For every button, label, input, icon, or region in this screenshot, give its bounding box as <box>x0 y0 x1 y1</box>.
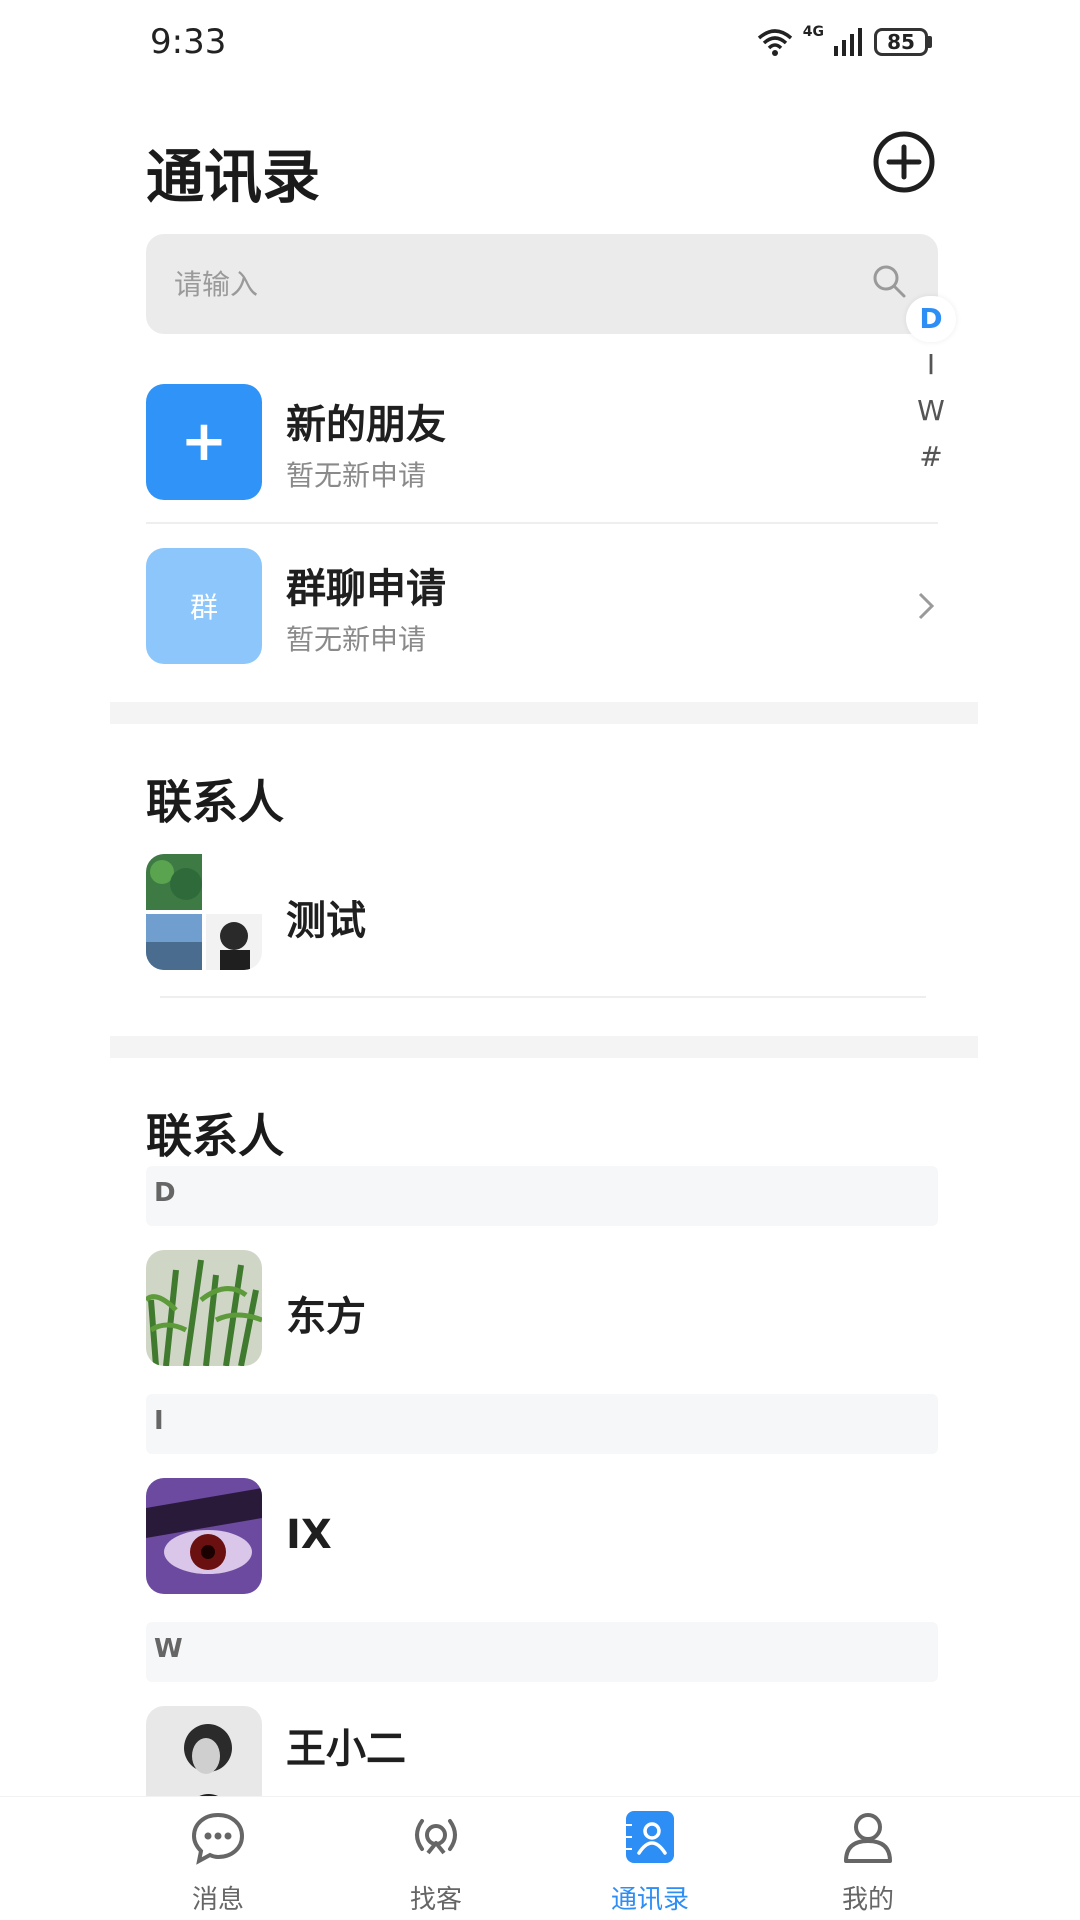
plus-icon: + <box>146 384 262 500</box>
contact-row[interactable]: IX <box>146 1478 938 1594</box>
letter-header-d: D <box>146 1166 938 1226</box>
new-friends-title: 新的朋友 <box>286 402 446 448</box>
bottom-nav: 消息 找客 通讯录 我的 <box>0 1796 1080 1920</box>
tab-messages-label: 消息 <box>191 1885 244 1915</box>
letter-header-i: I <box>146 1394 938 1454</box>
tab-find-customers-label: 找客 <box>409 1885 462 1915</box>
section-separator <box>110 702 978 724</box>
tab-contacts-label: 通讯录 <box>610 1885 689 1915</box>
network-type: 4G <box>802 24 824 40</box>
contact-avatar <box>146 1706 262 1796</box>
letter-header-w: W <box>146 1622 938 1682</box>
section-separator <box>110 1036 978 1058</box>
battery-icon: 85 <box>874 28 932 56</box>
divider <box>160 996 926 998</box>
contact-avatar <box>146 1478 262 1594</box>
divider <box>146 522 938 524</box>
groups-section-title: 联系人 <box>146 775 284 829</box>
search-icon[interactable] <box>870 262 910 302</box>
header: 通讯录 <box>146 130 936 211</box>
contact-row[interactable]: 东方 <box>146 1250 938 1366</box>
wifi-icon <box>757 29 792 56</box>
signal-icon <box>834 28 862 56</box>
contacts-section-title: 联系人 <box>146 1109 284 1163</box>
alpha-index-i[interactable]: I <box>906 342 956 388</box>
tab-me[interactable]: 我的 <box>798 1797 938 1920</box>
group-item[interactable]: 测试 <box>146 854 938 970</box>
search-box[interactable] <box>146 234 938 334</box>
group-icon: 群 <box>146 548 262 664</box>
alpha-index-d[interactable]: D <box>906 296 956 342</box>
status-icons: 4G 85 <box>757 24 932 56</box>
tab-me-label: 我的 <box>841 1885 894 1915</box>
group-requests-row[interactable]: 群 群聊申请 暂无新申请 <box>146 548 938 664</box>
group-requests-subtitle: 暂无新申请 <box>286 623 427 656</box>
contact-name: 王小二 <box>286 1726 406 1772</box>
contacts-page: 9:33 4G 85 通讯录 请输入 D I W # + 新的朋友 暂无新申请 … <box>0 0 1080 1920</box>
group-requests-title: 群聊申请 <box>286 566 446 612</box>
plus-circle-icon[interactable] <box>872 130 936 194</box>
chat-bubble-icon <box>191 1812 245 1865</box>
contact-avatar <box>146 1250 262 1366</box>
tab-find-customers[interactable]: 找客 <box>366 1797 506 1920</box>
tab-contacts[interactable]: 通讯录 <box>580 1797 720 1920</box>
battery-level: 85 <box>874 28 928 56</box>
group-name: 测试 <box>286 898 366 944</box>
chevron-right-icon <box>918 592 935 620</box>
contact-name: 东方 <box>286 1294 366 1340</box>
search-input[interactable] <box>174 234 824 334</box>
tab-messages[interactable]: 消息 <box>148 1797 288 1920</box>
status-bar: 9:33 4G 85 <box>0 0 1080 90</box>
user-profile-icon <box>844 1813 892 1863</box>
new-friends-row[interactable]: + 新的朋友 暂无新申请 <box>146 384 938 500</box>
group-avatar <box>146 854 262 970</box>
page-title: 通讯录 <box>146 143 321 211</box>
broadcast-icon <box>415 1819 457 1855</box>
contact-name: IX <box>286 1512 332 1558</box>
status-time: 9:33 <box>150 22 227 62</box>
contact-row[interactable]: 王小二 <box>146 1706 938 1796</box>
contacts-book-icon <box>626 1811 674 1863</box>
new-friends-subtitle: 暂无新申请 <box>286 459 427 492</box>
